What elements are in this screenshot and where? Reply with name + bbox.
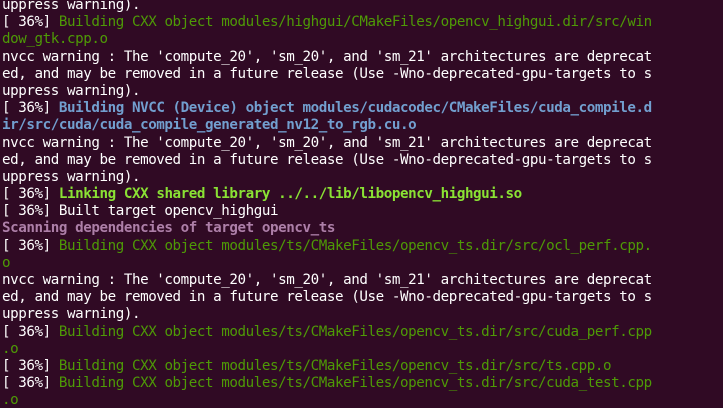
terminal-text-segment: [ 36%]: [2, 323, 59, 340]
terminal-line: [ 36%] Building NVCC (Device) object mod…: [2, 100, 723, 117]
terminal-text-segment: Building CXX object modules/ts/CMakeFile…: [58, 323, 652, 340]
terminal-text-segment: Linking CXX shared library ../../lib/lib…: [58, 186, 522, 203]
terminal-line: [ 36%] Building CXX object modules/ts/CM…: [2, 358, 723, 375]
terminal-text-segment: .o: [2, 340, 19, 357]
terminal-text-segment: Scanning dependencies of target opencv_t…: [2, 220, 335, 237]
terminal-text-segment: Building CXX object modules/ts/CMakeFile…: [58, 375, 652, 392]
terminal-text-segment: [ 36%] Built target opencv_highgui: [2, 203, 279, 220]
terminal-text-segment: .o: [2, 392, 19, 408]
terminal-text-segment: [ 36%]: [2, 14, 59, 31]
terminal-text-segment: [ 36%]: [2, 375, 59, 392]
terminal-line: uppress warning).: [2, 306, 723, 323]
terminal-line: dow_gtk.cpp.o: [2, 31, 723, 48]
terminal-line: uppress warning).: [2, 83, 723, 100]
terminal-line: uppress warning).: [2, 0, 723, 14]
terminal-line: nvcc warning : The 'compute_20', 'sm_20'…: [2, 272, 723, 289]
terminal-text-segment: [ 36%]: [2, 357, 59, 374]
terminal-text-segment: ed, and may be removed in a future relea…: [2, 289, 652, 306]
terminal-text-segment: ed, and may be removed in a future relea…: [2, 65, 652, 82]
terminal-line: Scanning dependencies of target opencv_t…: [2, 220, 723, 237]
terminal-text-segment: Building CXX object modules/ts/CMakeFile…: [58, 237, 652, 254]
terminal-line: [ 36%] Linking CXX shared library ../../…: [2, 186, 723, 203]
terminal-output[interactable]: uppress warning).[ 36%] Building CXX obj…: [0, 0, 723, 408]
terminal-text-segment: uppress warning).: [2, 0, 141, 13]
terminal-line: .o: [2, 341, 723, 358]
terminal-line: [ 36%] Building CXX object modules/ts/CM…: [2, 324, 723, 341]
terminal-line: ed, and may be removed in a future relea…: [2, 152, 723, 169]
terminal-line: ir/src/cuda/cuda_compile_generated_nv12_…: [2, 117, 723, 134]
terminal-text-segment: nvcc warning : The 'compute_20', 'sm_20'…: [2, 134, 652, 151]
terminal-text-segment: o: [2, 254, 11, 271]
terminal-text-segment: Building CXX object modules/ts/CMakeFile…: [58, 357, 612, 374]
terminal-text-segment: [ 36%]: [2, 100, 59, 117]
terminal-line: [ 36%] Building CXX object modules/highg…: [2, 14, 723, 31]
terminal-text-segment: dow_gtk.cpp.o: [2, 31, 108, 48]
terminal-line: ed, and may be removed in a future relea…: [2, 289, 723, 306]
terminal-text-segment: uppress warning).: [2, 306, 141, 323]
terminal-line: nvcc warning : The 'compute_20', 'sm_20'…: [2, 49, 723, 66]
terminal-text-segment: ir/src/cuda/cuda_compile_generated_nv12_…: [2, 117, 417, 134]
terminal-text-segment: uppress warning).: [2, 82, 141, 99]
terminal-line: ed, and may be removed in a future relea…: [2, 66, 723, 83]
terminal-line: nvcc warning : The 'compute_20', 'sm_20'…: [2, 135, 723, 152]
terminal-line: o: [2, 255, 723, 272]
terminal-text-segment: [ 36%]: [2, 186, 59, 203]
terminal-text-segment: [ 36%]: [2, 237, 59, 254]
terminal-line: .o: [2, 392, 723, 408]
terminal-text-segment: uppress warning).: [2, 168, 141, 185]
terminal-line: uppress warning).: [2, 169, 723, 186]
terminal-text-segment: nvcc warning : The 'compute_20', 'sm_20'…: [2, 272, 652, 288]
terminal-line: [ 36%] Building CXX object modules/ts/CM…: [2, 238, 723, 255]
terminal-text-segment: Building NVCC (Device) object modules/cu…: [58, 100, 652, 117]
terminal-text-segment: Building CXX object modules/highgui/CMak…: [58, 14, 652, 31]
terminal-text-segment: ed, and may be removed in a future relea…: [2, 151, 652, 168]
terminal-text-segment: nvcc warning : The 'compute_20', 'sm_20'…: [2, 48, 652, 65]
terminal-line: [ 36%] Building CXX object modules/ts/CM…: [2, 375, 723, 392]
terminal-line: [ 36%] Built target opencv_highgui: [2, 203, 723, 220]
